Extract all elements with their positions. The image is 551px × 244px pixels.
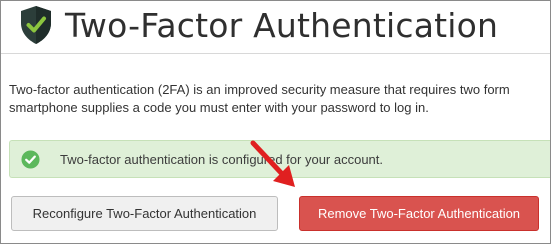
check-circle-icon [21,149,40,169]
header-divider [1,53,550,54]
status-alert-text: Two-factor authentication is configured … [60,151,384,167]
reconfigure-2fa-button[interactable]: Reconfigure Two-Factor Authentication [11,196,278,231]
description-text: Two-factor authentication (2FA) is an im… [9,81,550,117]
shield-check-icon [21,6,51,44]
page-header: Two-Factor Authentication [19,1,498,49]
page-title: Two-Factor Authentication [65,5,499,45]
remove-2fa-button[interactable]: Remove Two-Factor Authentication [299,196,539,231]
screenshot-frame: Two-Factor Authentication Two-factor aut… [0,0,551,244]
description-line-2: smartphone supplies a code you must ente… [9,100,429,115]
description-line-1: Two-factor authentication (2FA) is an im… [9,82,510,97]
red-arrow-icon [250,140,295,187]
